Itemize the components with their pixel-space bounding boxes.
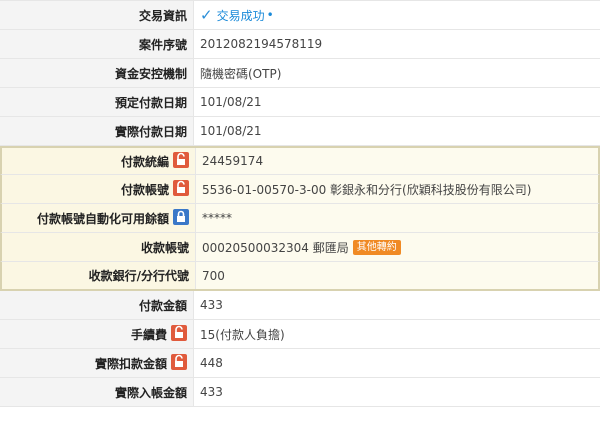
row-label: 預定付款日期	[0, 88, 194, 116]
row-label-group: 手續費	[0, 320, 194, 348]
row-value: 隨機密碼(OTP)	[200, 66, 282, 81]
row-actual-date: 實際付款日期 101/08/21	[0, 117, 600, 146]
row-label: 案件序號	[0, 30, 194, 58]
row-payer-tax-id: 付款統編 24459174	[0, 146, 600, 175]
row-value: 433	[200, 298, 223, 312]
row-value: 700	[202, 268, 225, 283]
row-label-group: 付款統編	[2, 148, 196, 174]
row-value: ✓ 交易成功 •	[194, 1, 600, 29]
row-value: 101/08/21	[200, 95, 262, 109]
row-label: 交易資訊	[0, 1, 194, 29]
row-payee-bank-code: 收款銀行/分行代號 700	[0, 262, 600, 291]
row-label-group: 實際扣款金額	[0, 349, 194, 377]
row-credit-amount: 實際入帳金額 433	[0, 378, 600, 407]
status-suffix: •	[266, 8, 274, 22]
row-case-number: 案件序號 2012082194578119	[0, 30, 600, 59]
row-payer-account: 付款帳號 5536-01-00570-3-00 彰銀永和分行(欣穎科技股份有限公…	[0, 175, 600, 204]
row-label: 實際付款日期	[0, 117, 194, 145]
row-value: *****	[202, 211, 232, 225]
row-label: 付款帳號自動化可用餘額	[36, 211, 169, 226]
transaction-detail-table: 交易資訊 ✓ 交易成功 • 案件序號 2012082194578119 資金安控…	[0, 0, 600, 407]
row-label: 收款銀行/分行代號	[2, 262, 196, 289]
unlock-icon[interactable]	[171, 324, 187, 344]
other-transfer-badge: 其他轉約	[352, 239, 401, 255]
row-label: 付款帳號	[120, 182, 169, 197]
row-label: 收款帳號	[2, 233, 196, 261]
row-label: 付款統編	[120, 154, 169, 169]
row-value: 5536-01-00570-3-00 彰銀永和分行(欣穎科技股份有限公司)	[202, 182, 532, 197]
lock-icon[interactable]	[173, 208, 189, 228]
row-label: 實際扣款金額	[94, 356, 167, 371]
row-label-group: 付款帳號	[2, 175, 196, 203]
status-text: 交易成功	[216, 8, 265, 23]
row-security-mechanism: 資金安控機制 隨機密碼(OTP)	[0, 59, 600, 88]
row-label: 實際入帳金額	[0, 378, 194, 406]
row-value: 15(付款人負擔)	[200, 327, 285, 342]
row-value: 00020500032304 郵匯局 其他轉約	[196, 233, 598, 261]
row-value: 448	[200, 356, 223, 370]
unlock-icon[interactable]	[173, 179, 189, 199]
unlock-icon[interactable]	[171, 353, 187, 373]
row-payment-amount: 付款金額 433	[0, 291, 600, 320]
row-transaction-info: 交易資訊 ✓ 交易成功 •	[0, 1, 600, 30]
check-icon: ✓	[200, 6, 213, 24]
row-fee: 手續費 15(付款人負擔)	[0, 320, 600, 349]
row-available-balance: 付款帳號自動化可用餘額 *****	[0, 204, 600, 233]
transaction-status: ✓ 交易成功 •	[200, 6, 274, 24]
row-label: 付款金額	[0, 291, 194, 319]
row-label: 手續費	[130, 327, 167, 342]
row-value: 24459174	[202, 154, 264, 168]
row-label: 資金安控機制	[0, 59, 194, 87]
row-value: 101/08/21	[200, 124, 262, 138]
row-debit-amount: 實際扣款金額 448	[0, 349, 600, 378]
row-label-group: 付款帳號自動化可用餘額	[2, 204, 196, 232]
row-value: 433	[200, 385, 223, 399]
row-payee-account: 收款帳號 00020500032304 郵匯局 其他轉約	[0, 233, 600, 262]
payee-account-text: 00020500032304 郵匯局	[202, 240, 349, 255]
unlock-icon[interactable]	[173, 151, 189, 171]
row-scheduled-date: 預定付款日期 101/08/21	[0, 88, 600, 117]
row-value: 2012082194578119	[200, 37, 323, 51]
